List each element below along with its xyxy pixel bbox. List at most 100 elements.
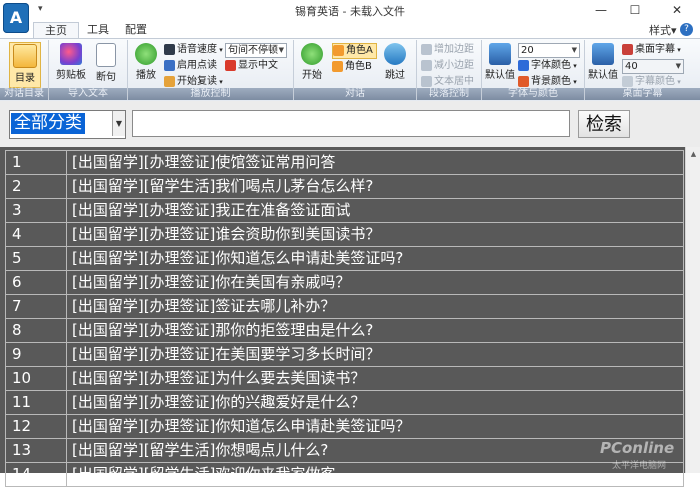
group-playback: 播放 语音速度 ▾ 句间不停顿 ▼ 启用点读 显示中文 开始复读 ▾ 播放控制: [128, 40, 294, 100]
chevron-down-icon: ▾: [671, 24, 677, 37]
scrollbar[interactable]: ▲: [685, 147, 700, 473]
reduce-margin-icon: [421, 59, 432, 71]
reduce-margin-button[interactable]: 减小边距: [421, 59, 474, 73]
list-item-number: 2: [12, 177, 22, 195]
scroll-up-icon[interactable]: ▲: [686, 147, 700, 162]
list-item-number: 13: [12, 441, 32, 459]
bg-color-button[interactable]: 背景颜色 ▾: [518, 75, 577, 89]
role-b-toggle[interactable]: 角色B: [332, 60, 372, 74]
desktop-default-label: 默认值: [588, 70, 618, 81]
list-item[interactable]: 5 [出国留学][办理签证]你知道怎么申请赴美签证吗?: [5, 247, 684, 271]
catalog-button[interactable]: 目录: [9, 42, 41, 88]
column-divider: [66, 391, 67, 414]
catalog-button-label: 目录: [15, 73, 35, 84]
app-logo-icon[interactable]: A: [3, 3, 29, 33]
group-label-font: 字体与颜色: [482, 88, 584, 100]
minimize-button[interactable]: —: [586, 0, 616, 20]
dictation-toggle[interactable]: 启用点读: [164, 59, 217, 73]
subtitle-color-button[interactable]: 字幕颜色 ▾: [622, 75, 681, 89]
list-item[interactable]: 14 [出国留学][留学生活]欢迎你来我家做客: [5, 463, 684, 487]
list-item[interactable]: 8 [出国留学][办理签证]那你的拒签理由是什么?: [5, 319, 684, 343]
help-icon[interactable]: ?: [680, 23, 693, 36]
play-button[interactable]: 播放: [131, 42, 161, 86]
clipboard-button[interactable]: 剪贴板: [53, 42, 89, 86]
chevron-down-icon: ▼: [571, 46, 577, 54]
list-item-title: [出国留学][留学生活]欢迎你来我家做客: [72, 465, 336, 483]
list-item-title: [出国留学][办理签证]为什么要去美国读书？: [72, 369, 366, 387]
list-item[interactable]: 1 [出国留学][办理签证]使馆签证常用问答: [5, 150, 684, 175]
sentence-split-button-label: 断句: [96, 72, 116, 83]
column-divider: [66, 463, 67, 486]
list-item-number: 4: [12, 225, 22, 243]
search-bar: 全部分类 ▼ 检索: [0, 101, 700, 147]
desktop-subtitle-icon: [622, 43, 633, 55]
group-dialog: 开始 角色A 角色B 跳过 对话: [294, 40, 417, 100]
group-font: 默认值 20 ▼ 字体颜色 ▾ 背景颜色 ▾ 字体与颜色: [482, 40, 585, 100]
show-chinese-toggle[interactable]: 显示中文: [225, 59, 278, 73]
maximize-button[interactable]: ☐: [620, 0, 650, 20]
list-item[interactable]: 3 [出国留学][办理签证]我正在准备签证面试: [5, 199, 684, 223]
skip-button-label: 跳过: [385, 70, 405, 81]
style-menu[interactable]: 样式▾: [649, 22, 677, 38]
skip-button[interactable]: 跳过: [380, 42, 410, 86]
list-item-number: 11: [12, 393, 32, 411]
list-item[interactable]: 7 [出国留学][办理签证]签证去哪儿补办？: [5, 295, 684, 319]
tab-home[interactable]: 主页: [33, 22, 79, 38]
group-label-catalog: 对话目录: [0, 88, 48, 100]
watermark-logo: PConline: [600, 439, 675, 457]
font-color-button[interactable]: 字体颜色 ▾: [518, 59, 577, 73]
repeat-toggle[interactable]: 开始复读 ▾: [164, 75, 223, 89]
subtitle-color-icon: [622, 75, 633, 87]
list-item[interactable]: 4 [出国留学][办理签证]谁会资助你到美国读书？: [5, 223, 684, 247]
chevron-down-icon[interactable]: ▼: [112, 111, 125, 136]
list-item-number: 6: [12, 273, 22, 291]
search-input[interactable]: [132, 110, 570, 137]
list-item[interactable]: 6 [出国留学][办理签证]你在美国有亲戚吗？: [5, 271, 684, 295]
start-button[interactable]: 开始: [297, 42, 327, 86]
catalog-icon: [13, 44, 37, 68]
column-divider: [66, 343, 67, 366]
column-divider: [66, 295, 67, 318]
list-item[interactable]: 13 [出国留学][留学生活]你想喝点儿什么?: [5, 439, 684, 463]
list-item-title: [出国留学][办理签证]谁会资助你到美国读书？: [72, 225, 381, 243]
tab-tools[interactable]: 工具: [80, 22, 116, 38]
list-item[interactable]: 9 [出国留学][办理签证]在美国要学习多长时间？: [5, 343, 684, 367]
list-item-title: [出国留学][办理签证]你知道怎么申请赴美签证吗？: [72, 417, 411, 435]
chevron-down-icon: ▼: [278, 46, 284, 54]
role-a-toggle[interactable]: 角色A: [332, 43, 377, 59]
center-text-icon: [421, 75, 432, 87]
list-item[interactable]: 11 [出国留学][办理签证]你的兴趣爱好是什么？: [5, 391, 684, 415]
font-default-button[interactable]: 默认值: [484, 42, 516, 86]
skip-icon: [384, 43, 406, 65]
desktop-size-select[interactable]: 40 ▼: [622, 59, 684, 74]
bg-color-icon: [518, 75, 529, 87]
list-item[interactable]: 12 [出国留学][办理签证]你知道怎么申请赴美签证吗？: [5, 415, 684, 439]
start-button-label: 开始: [302, 70, 322, 81]
column-divider: [66, 223, 67, 246]
group-import: 剪贴板 断句 导入文本: [49, 40, 128, 100]
column-divider: [66, 151, 67, 174]
group-catalog: 目录 对话目录: [0, 40, 49, 100]
center-text-button[interactable]: 文本居中: [421, 75, 474, 89]
search-button[interactable]: 检索: [578, 110, 630, 138]
desktop-subtitle-toggle[interactable]: 桌面字幕 ▾: [622, 43, 681, 57]
group-paragraph: 增加边距 减小边距 文本居中 段落控制: [417, 40, 482, 100]
category-select[interactable]: 全部分类 ▼: [9, 110, 126, 139]
list-item[interactable]: 10 [出国留学][办理签证]为什么要去美国读书？: [5, 367, 684, 391]
watermark-subtext: 太平洋电脑网: [612, 461, 667, 471]
close-button[interactable]: ✕: [654, 0, 700, 20]
font-size-select[interactable]: 20 ▼: [518, 43, 580, 58]
desktop-default-button[interactable]: 默认值: [587, 42, 619, 86]
speed-icon: [164, 43, 175, 55]
sentence-split-button[interactable]: 断句: [91, 42, 121, 86]
group-label-paragraph: 段落控制: [417, 88, 481, 100]
add-margin-icon: [421, 43, 432, 55]
add-margin-button[interactable]: 增加边距: [421, 43, 474, 57]
list-item-number: 14: [12, 465, 32, 483]
list-item-title: [出国留学][办理签证]使馆签证常用问答: [72, 153, 336, 171]
tab-config[interactable]: 配置: [118, 22, 154, 38]
column-divider: [66, 271, 67, 294]
speed-select[interactable]: 句间不停顿 ▼: [225, 43, 287, 58]
list-item[interactable]: 2 [出国留学][留学生活]我们喝点儿茅台怎么样?: [5, 175, 684, 199]
group-label-playback: 播放控制: [128, 88, 293, 100]
